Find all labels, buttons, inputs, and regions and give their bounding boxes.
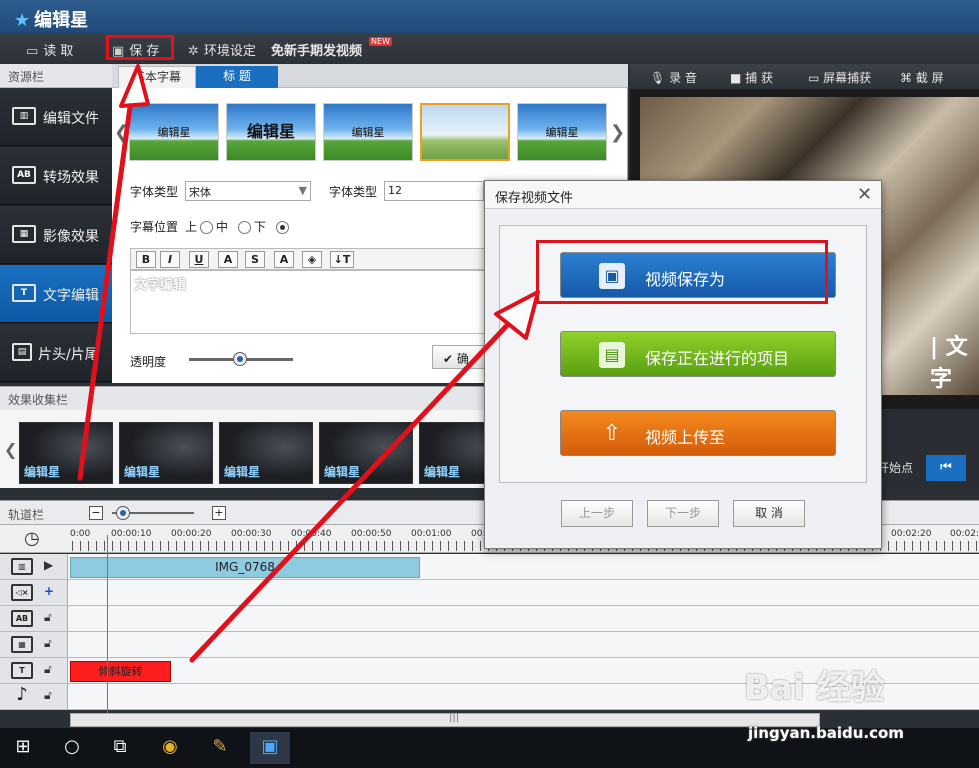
annotation-arrows bbox=[77, 64, 540, 663]
annotation-arrow-head bbox=[119, 64, 150, 108]
annotation-arrow-line bbox=[77, 89, 135, 481]
app-window: ★ 编辑星 ▭ 读 取 ▣ 保 存 ✲ 环境设定 免新手期发视频 NEW 资源栏 ▥ 编辑… bbox=[0, 0, 979, 768]
annotation-arrow-line bbox=[189, 315, 517, 663]
